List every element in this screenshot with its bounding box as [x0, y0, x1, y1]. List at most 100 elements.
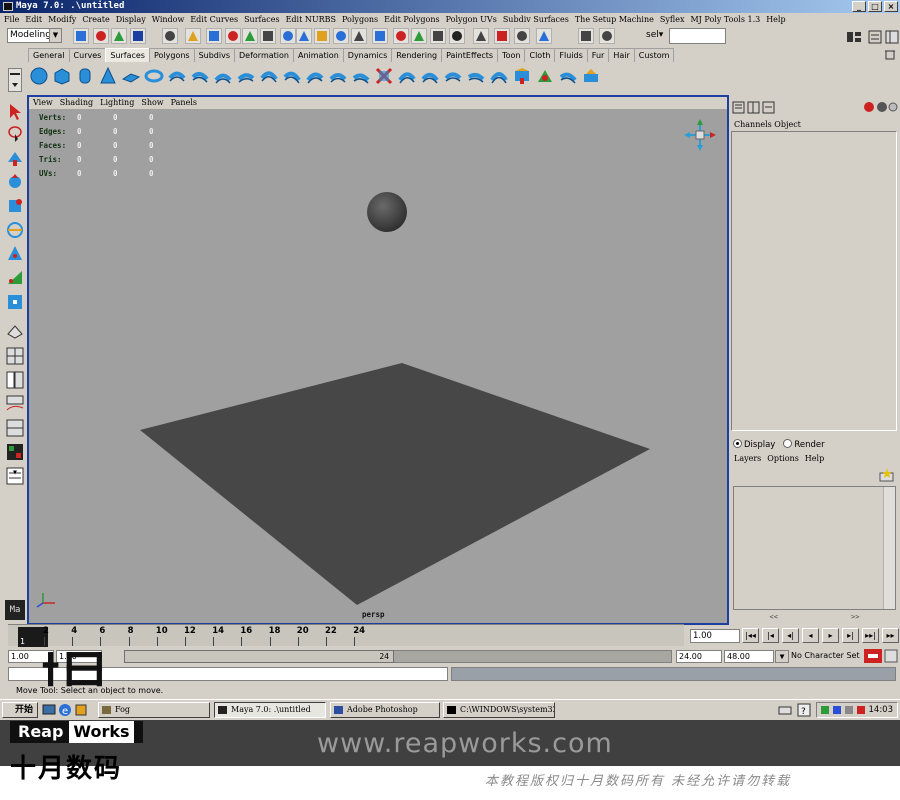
play-forwards-icon[interactable]: ▸ [822, 628, 839, 643]
planar-icon[interactable] [212, 64, 233, 88]
intersect-icon[interactable] [396, 64, 417, 88]
menu-create[interactable]: Create [82, 14, 109, 26]
task-maya[interactable]: Maya 7.0: .\untitled [214, 702, 326, 718]
menu-help[interactable]: Help [766, 14, 785, 26]
project-curve-icon[interactable] [419, 64, 440, 88]
new-layer-icon[interactable] [879, 467, 895, 483]
layer-editor-area[interactable] [733, 486, 896, 610]
bevel-icon[interactable] [327, 64, 348, 88]
boundary-icon[interactable] [281, 64, 302, 88]
make-live-icon[interactable] [280, 28, 296, 44]
select-hierarchy-icon[interactable] [130, 28, 146, 44]
lasso-icon[interactable] [411, 28, 427, 44]
object-menu[interactable]: Object [774, 120, 801, 129]
manipulator-tool-icon[interactable] [5, 244, 25, 264]
move-tool-icon[interactable] [5, 172, 25, 192]
detach-icon[interactable] [488, 64, 509, 88]
layer-menu-options[interactable]: Options [767, 453, 799, 465]
menu-polygons[interactable]: Polygons [342, 14, 378, 26]
character-set-label[interactable]: No Character Set [791, 649, 861, 664]
layer-menu-layers[interactable]: Layers [734, 453, 761, 465]
lock-icon[interactable] [393, 28, 409, 44]
toolbox-layout-icon[interactable] [846, 29, 862, 45]
render-settings-icon[interactable] [599, 28, 615, 44]
go-to-end-icon[interactable]: ▸▸ [882, 628, 899, 643]
scroll-right-icon[interactable]: >> [851, 613, 859, 623]
step-back-frame-icon[interactable]: ◂| [782, 628, 799, 643]
panel-menu-panels[interactable]: Panels [171, 97, 197, 109]
snap-curve-icon[interactable] [225, 28, 241, 44]
help-icon[interactable]: ? [797, 703, 811, 717]
ipr-icon[interactable] [578, 28, 594, 44]
panel-menu-lighting[interactable]: Lighting [100, 97, 134, 109]
offset-icon[interactable] [580, 64, 601, 88]
minimize-button[interactable]: _ [852, 1, 866, 12]
snap-view-icon[interactable] [260, 28, 276, 44]
range-end-field[interactable]: 48.00 [724, 650, 774, 663]
loft-icon[interactable] [189, 64, 210, 88]
attribute-editor-icon[interactable] [867, 29, 883, 45]
go-to-start-icon[interactable]: |◂◂ [742, 628, 759, 643]
step-forward-frame-icon[interactable]: ▸| [842, 628, 859, 643]
persp-outliner-icon[interactable] [5, 370, 25, 390]
shelf-tab-animation[interactable]: Animation [292, 48, 344, 62]
rotate-tool-icon[interactable] [5, 196, 25, 216]
layer-hscrollbar[interactable]: << >> [733, 613, 896, 623]
attach-icon[interactable] [465, 64, 486, 88]
last-tool-icon[interactable] [5, 292, 25, 312]
input-icon[interactable] [473, 28, 489, 44]
rebuild-icon[interactable] [511, 64, 532, 88]
select-object-icon[interactable] [162, 28, 178, 44]
revolve-icon[interactable] [166, 64, 187, 88]
trash-icon[interactable] [884, 48, 896, 60]
panel-menu-show[interactable]: Show [141, 97, 163, 109]
current-time-field[interactable]: 1.00 [690, 629, 740, 643]
viewport-canvas[interactable] [29, 109, 727, 623]
menu-polygon-uvs[interactable]: Polygon UVs [446, 14, 497, 26]
ipr-render-icon[interactable] [333, 28, 349, 44]
shelf-tab-cloth[interactable]: Cloth [524, 48, 556, 62]
lasso-tool-icon[interactable] [5, 124, 25, 144]
birail-icon[interactable] [258, 64, 279, 88]
time-slider[interactable]: 1 2 4 6 8 10 12 14 16 18 20 22 24 [8, 624, 684, 647]
layer-scrollbar[interactable] [883, 487, 895, 609]
sphere-icon[interactable] [28, 64, 49, 88]
playback-end-field[interactable]: 24.00 [676, 650, 722, 663]
keyboard-icon[interactable] [778, 703, 792, 717]
shelf-tab-painteffects[interactable]: PaintEffects [441, 48, 499, 62]
soft-mod-icon[interactable] [5, 268, 25, 288]
shelf-tab-rendering[interactable]: Rendering [391, 48, 443, 62]
open-scene-icon[interactable] [93, 28, 109, 44]
help-icon[interactable] [372, 28, 388, 44]
four-view-icon[interactable] [5, 346, 25, 366]
channel-box-icon[interactable] [884, 29, 900, 45]
anim-prefs-icon[interactable] [884, 649, 898, 663]
menu-edit[interactable]: Edit [25, 14, 42, 26]
shelf-tab-fluids[interactable]: Fluids [554, 48, 588, 62]
clapboard-icon[interactable] [536, 28, 552, 44]
channel-box-area[interactable] [731, 131, 897, 431]
shelf-tab-fur[interactable]: Fur [586, 48, 610, 62]
menu-file[interactable]: File [4, 14, 19, 26]
sphere-mesh[interactable] [367, 192, 407, 232]
plane-icon[interactable] [120, 64, 141, 88]
snap-point-icon[interactable] [242, 28, 258, 44]
auto-key-icon[interactable] [864, 649, 882, 663]
chevron-down-icon[interactable]: ▾ [5, 467, 25, 487]
menu-window[interactable]: Window [152, 14, 185, 26]
extrude-icon[interactable] [235, 64, 256, 88]
shelf-menu-button[interactable] [8, 68, 22, 92]
output-icon[interactable] [494, 28, 510, 44]
cylinder-icon[interactable] [74, 64, 95, 88]
menu-edit-nurbs[interactable]: Edit NURBS [286, 14, 336, 26]
menu-edit-polygons[interactable]: Edit Polygons [384, 14, 439, 26]
render-radio[interactable]: Render [783, 439, 825, 450]
menu-display[interactable]: Display [116, 14, 146, 26]
pin-icon[interactable] [514, 28, 530, 44]
square-icon[interactable] [304, 64, 325, 88]
scroll-left-icon[interactable]: << [770, 613, 778, 623]
insert-isoparm-icon[interactable] [557, 64, 578, 88]
range-slider-thumb[interactable]: 24 [124, 650, 394, 663]
shelf-tab-dynamics[interactable]: Dynamics [342, 48, 393, 62]
render-icon[interactable] [314, 28, 330, 44]
